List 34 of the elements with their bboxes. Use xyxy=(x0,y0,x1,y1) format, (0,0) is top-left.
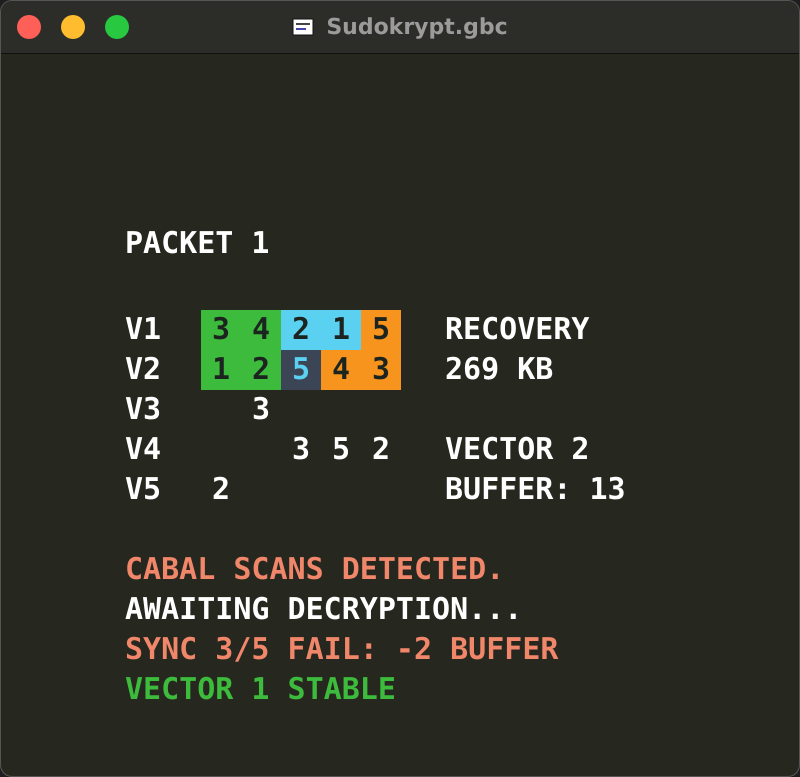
digit-cell[interactable]: 1 xyxy=(201,350,241,390)
window-title: Sudokrypt.gbc xyxy=(326,14,508,40)
digit-cell[interactable]: 5 xyxy=(321,430,361,470)
status-text: RECOVERY xyxy=(445,311,590,349)
digit-cell[interactable]: 3 xyxy=(241,390,281,430)
packet-heading: PACKET 1 xyxy=(125,225,270,263)
log-message: SYNC 3/5 FAIL: -2 BUFFER xyxy=(125,631,558,669)
vector-label: V4 xyxy=(125,431,162,469)
digit-cell[interactable]: 3 xyxy=(281,430,321,470)
status-text: BUFFER: 13 xyxy=(445,471,626,509)
zoom-button[interactable] xyxy=(105,15,129,39)
digit-cell[interactable]: 5 xyxy=(281,350,321,390)
log-message: VECTOR 1 STABLE xyxy=(125,671,396,709)
document-icon xyxy=(292,16,314,38)
digit-cell[interactable]: 3 xyxy=(361,350,401,390)
digit-cell[interactable]: 1 xyxy=(321,310,361,350)
digit-cell[interactable]: 2 xyxy=(201,470,241,510)
vector-label: V2 xyxy=(125,351,162,389)
close-button[interactable] xyxy=(17,15,41,39)
digit-cell[interactable]: 3 xyxy=(201,310,241,350)
digit-cell[interactable]: 5 xyxy=(361,310,401,350)
digit-cell[interactable]: 2 xyxy=(241,350,281,390)
minimize-button[interactable] xyxy=(61,15,85,39)
digit-cell[interactable]: 2 xyxy=(281,310,321,350)
vector-label: V5 xyxy=(125,471,162,509)
status-text: 269 KB xyxy=(445,351,554,389)
status-text: VECTOR 2 xyxy=(445,431,590,469)
digit-cell[interactable]: 4 xyxy=(321,350,361,390)
log-message: AWAITING DECRYPTION... xyxy=(125,591,522,629)
vector-label: V3 xyxy=(125,391,162,429)
log-message: CABAL SCANS DETECTED. xyxy=(125,551,504,589)
digit-cell[interactable]: 4 xyxy=(241,310,281,350)
digit-cell[interactable]: 2 xyxy=(361,430,401,470)
vector-label: V1 xyxy=(125,311,162,349)
